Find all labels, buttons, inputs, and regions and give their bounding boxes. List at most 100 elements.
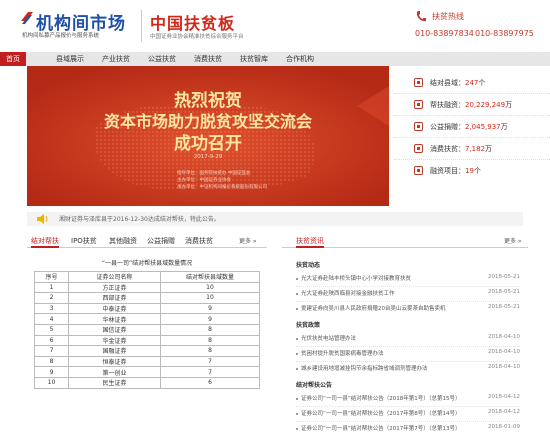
news-item[interactable]: 光伏扶贫电站管理办法 2018-04-10: [296, 334, 520, 346]
nav-item-partners[interactable]: 合作机构: [280, 52, 320, 66]
news-title[interactable]: 城乡建设用地增减挂钩节余指标跨省域调剂管理办法: [301, 366, 428, 372]
row-index: 9: [34, 366, 69, 378]
nav-item-home[interactable]: 首页: [0, 52, 26, 66]
news-title[interactable]: 光大证券赴陆丰桥头镇中心小学对接教育扶贫: [301, 276, 411, 282]
divider: [296, 301, 520, 302]
banner-fine-print: 承办单位：中证机构间报价系统股份有限公司: [177, 185, 267, 190]
table-row: 10 民生证券 6: [34, 376, 260, 389]
news-title[interactable]: 证券公司“一司一县”结对帮扶公告（2018年第1号）（总第15号）: [301, 396, 460, 402]
hotline-number-1: 010-83897834: [415, 29, 474, 38]
ticker-text[interactable]: 湘财证券与泽库县于2016-12-30达成结对帮扶，特此公告。: [59, 214, 220, 223]
news-item[interactable]: 证券公司“一司一县”结对帮扶公告（2017年第7号）（总第13号） 2018-01…: [296, 424, 520, 436]
news-date: 2018-04-10: [488, 334, 520, 340]
news-date: 2018-05-21: [488, 304, 520, 310]
news-date: 2018-05-21: [488, 274, 520, 280]
bullet-icon: [296, 367, 298, 370]
county-count: 8: [160, 345, 260, 357]
phone-icon: [416, 11, 426, 22]
nav-item-think-tank[interactable]: 扶贫智库: [234, 52, 274, 66]
table-row: 8 恒泰证券 7: [34, 355, 260, 368]
tab-other-financing[interactable]: 其他融资: [109, 236, 137, 246]
stats-panel: 结对县域：247个 帮扶融资：20,229,249万 公益捐赠：2,045,93…: [394, 66, 550, 206]
table-row: 4 华林证券 9: [34, 313, 260, 325]
company-name: 第一创业: [68, 366, 161, 378]
news-title[interactable]: 爱建证券向吴川县人民政府捐赠20台吴山云雾茶自助售卖机: [301, 306, 446, 312]
row-index: 4: [34, 313, 69, 325]
news-date: 2018-04-10: [488, 364, 520, 370]
news-date: 2018-01-09: [488, 424, 520, 430]
logo-mark-icon: [21, 12, 33, 24]
row-index: 5: [34, 323, 69, 336]
table-row: 3 中泰证券 9: [34, 302, 260, 315]
divider: [296, 406, 520, 407]
county-count: 8: [160, 334, 260, 347]
board-logo-text[interactable]: 中国扶贫板: [150, 10, 235, 34]
stat-unit: 个: [478, 79, 486, 87]
stat-row: 结对县域：247个: [394, 72, 550, 94]
stat-value: 247: [465, 79, 479, 87]
tab-ipo[interactable]: IPO扶贫: [71, 236, 97, 246]
stat-value: 19: [465, 167, 474, 175]
news-item[interactable]: 光大证券赴陕西临县对接金融扶贫工作 2018-05-21: [296, 289, 520, 301]
bullet-icon: [296, 352, 298, 355]
hero-banner[interactable]: 热烈祝贺 资本市场助力脱贫攻坚交流会 成功召开 2017-9-29 指导单位：国…: [27, 66, 389, 206]
nav-item-consumption[interactable]: 消费扶贫: [188, 52, 228, 66]
more-link[interactable]: 更多 »: [504, 236, 522, 245]
news-item[interactable]: 爱建证券向吴川县人民政府捐赠20台吴山云雾茶自助售卖机 2018-05-21: [296, 304, 520, 316]
news-tabs: 扶贫资讯 更多 »: [282, 234, 528, 248]
stat-value: 20,229,249: [465, 101, 506, 109]
stat-label: 结对县域：: [430, 79, 465, 87]
bullet-icon: [296, 292, 298, 295]
stat-label: 融资项目：: [430, 167, 465, 175]
news-item[interactable]: 证券公司“一司一县”结对帮扶公告（2018年第1号）（总第15号） 2018-04…: [296, 394, 520, 406]
logo-divider: [141, 10, 142, 42]
stat-unit: 万: [505, 101, 513, 109]
company-name: 方正证券: [68, 281, 161, 294]
donation-icon: [414, 122, 423, 131]
tab-donation[interactable]: 公益捐赠: [147, 236, 175, 246]
news-title[interactable]: 证券公司“一司一县”结对帮扶公告（2017年第8号）（总第14号）: [301, 411, 460, 417]
column-header: 证券公司名称: [68, 271, 161, 283]
county-count: 9: [160, 313, 260, 325]
tab-pairing[interactable]: 结对帮扶: [31, 236, 59, 248]
news-item[interactable]: 城乡建设用地增减挂钩节余指标跨省域调剂管理办法 2018-04-10: [296, 364, 520, 376]
news-item[interactable]: 证券公司“一司一县”结对帮扶公告（2017年第8号）（总第14号） 2018-04…: [296, 409, 520, 421]
board-logo-subtitle: 中国证券业协会精准扶贫综合服务平台: [150, 34, 244, 40]
news-item[interactable]: 光大证券赴陆丰桥头镇中心小学对接教育扶贫 2018-05-21: [296, 274, 520, 286]
table-row: 7 国融证券 8: [34, 345, 260, 357]
county-count: 6: [160, 376, 260, 389]
row-index: 10: [34, 376, 69, 389]
banner-date: 2017-9-29: [193, 154, 223, 160]
stat-unit: 个: [473, 167, 481, 175]
tab-news[interactable]: 扶贫资讯: [296, 236, 324, 248]
company-name: 华金证券: [68, 334, 161, 347]
site-header: 机构间市场 机构间私募产品报价与服务系统 中国扶贫板 中国证券业协会精准扶贫综合…: [0, 0, 550, 52]
news-title[interactable]: 光大证券赴陕西临县对接金融扶贫工作: [301, 291, 395, 297]
column-header: 结对帮扶县域数量: [160, 271, 260, 283]
row-index: 7: [34, 345, 69, 357]
table-header-row: 序号 证券公司名称 结对帮扶县域数量: [34, 271, 260, 283]
banner-fine-print: 主办单位：中国证券业协会: [177, 178, 231, 183]
tab-consumption[interactable]: 消费扶贫: [185, 236, 213, 246]
company-name: 国信证券: [68, 323, 161, 336]
news-date: 2018-04-12: [488, 409, 520, 415]
divider: [296, 421, 520, 422]
nav-item-charity[interactable]: 公益扶贫: [142, 52, 182, 66]
bullet-icon: [296, 397, 298, 400]
nav-item-industry[interactable]: 产业扶贫: [96, 52, 136, 66]
nav-item-counties[interactable]: 县域展示: [50, 52, 90, 66]
news-title[interactable]: 贫困村提升脱贫国家病毒管理办法: [301, 351, 384, 357]
pairing-tabs: 结对帮扶 IPO扶贫 其他融资 公益捐赠 消费扶贫 更多 »: [27, 234, 267, 248]
news-date: 2018-04-12: [488, 394, 520, 400]
county-count: 10: [160, 281, 260, 294]
stat-text: 融资项目：19个: [430, 166, 481, 176]
bullet-icon: [296, 412, 298, 415]
county-icon: [414, 78, 423, 87]
project-icon: [414, 166, 423, 175]
news-item[interactable]: 贫困村提升脱贫国家病毒管理办法 2018-04-10: [296, 349, 520, 361]
news-title[interactable]: 证券公司“一司一县”结对帮扶公告（2017年第7号）（总第13号）: [301, 426, 460, 432]
news-title[interactable]: 光伏扶贫电站管理办法: [301, 336, 356, 342]
table-row: 2 西部证券 10: [34, 292, 260, 304]
county-count: 8: [160, 323, 260, 336]
more-link[interactable]: 更多 »: [239, 236, 257, 245]
